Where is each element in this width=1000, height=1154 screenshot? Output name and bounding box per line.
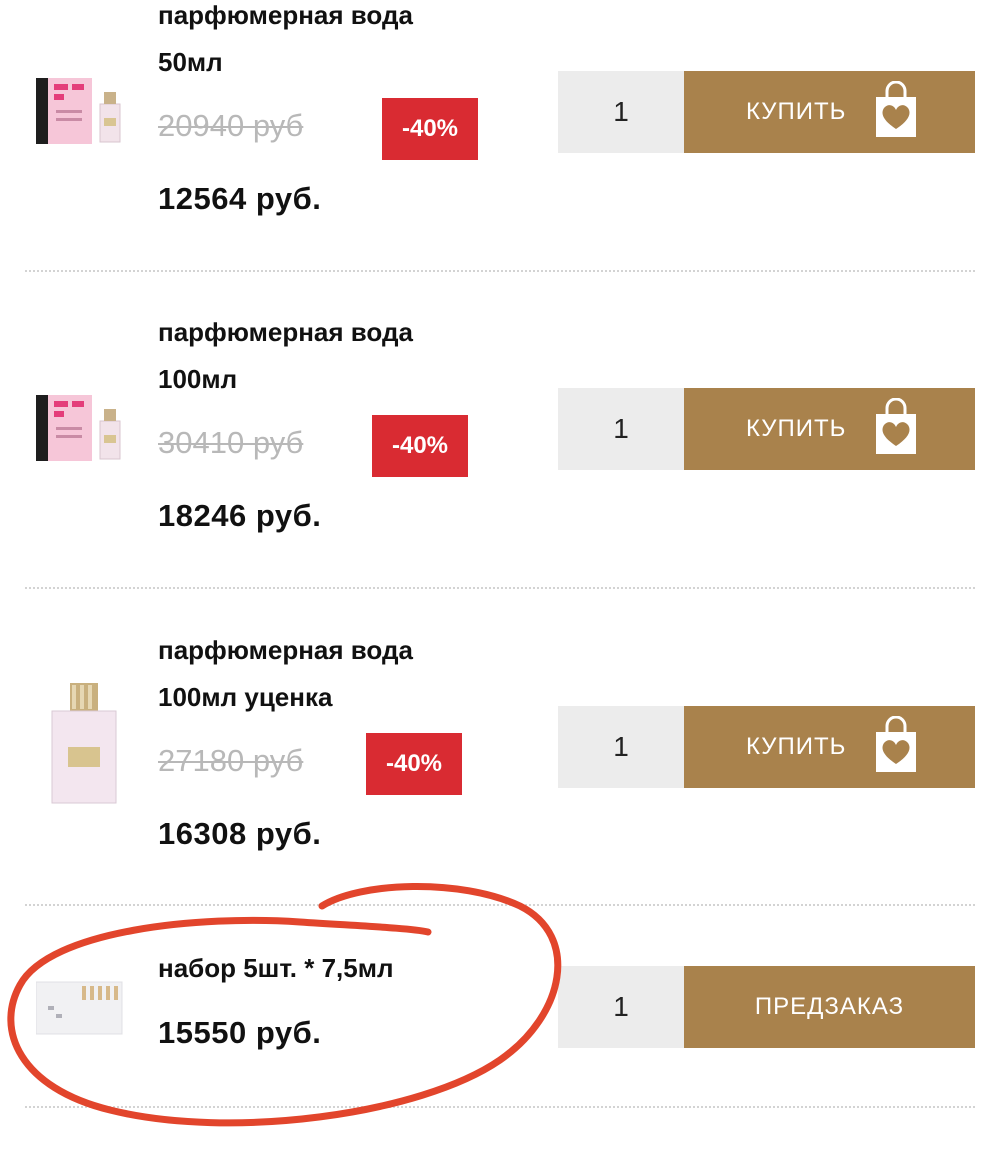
buy-button[interactable]: КУПИТЬ — [684, 388, 975, 470]
product-price: 18246 руб. — [158, 498, 322, 533]
quantity-input[interactable]: 1 — [558, 966, 684, 1048]
product-title[interactable]: парфюмерная вода 100мл — [158, 309, 413, 403]
product-title[interactable]: набор 5шт. * 7,5мл — [158, 945, 393, 992]
shopping-bag-heart-icon — [876, 81, 916, 137]
row-separator — [25, 270, 975, 272]
product-title-line: парфюмерная вода — [158, 317, 413, 347]
old-price: 20940 руб — [158, 108, 304, 143]
product-title-line: 50мл — [158, 47, 223, 77]
shopping-bag-heart-icon — [876, 716, 916, 772]
quantity-input[interactable]: 1 — [558, 706, 684, 788]
product-price: 12564 руб. — [158, 181, 322, 216]
buy-button-label: КУПИТЬ — [746, 98, 847, 125]
product-thumbnail[interactable] — [36, 387, 126, 467]
discount-badge: -40% — [366, 733, 462, 795]
product-title-line: парфюмерная вода — [158, 635, 413, 665]
product-thumbnail[interactable] — [36, 681, 126, 809]
buy-button[interactable]: КУПИТЬ — [684, 706, 975, 788]
product-thumbnail[interactable] — [36, 70, 126, 150]
product-price: 15550 руб. — [158, 1015, 322, 1050]
product-thumbnail[interactable] — [36, 976, 126, 1038]
product-title-line: 100мл — [158, 364, 238, 394]
quantity-input[interactable]: 1 — [558, 71, 684, 153]
product-title[interactable]: парфюмерная вода 100мл уценка — [158, 627, 413, 721]
buy-button-label: КУПИТЬ — [746, 415, 847, 442]
product-title-line: парфюмерная вода — [158, 0, 413, 30]
old-price: 27180 руб — [158, 743, 304, 778]
quantity-input[interactable]: 1 — [558, 388, 684, 470]
buy-button-label: КУПИТЬ — [746, 733, 847, 760]
shopping-bag-heart-icon — [876, 398, 916, 454]
product-title-line: 100мл уценка — [158, 682, 333, 712]
preorder-button[interactable]: ПРЕДЗАКАЗ — [684, 966, 975, 1048]
row-separator — [25, 587, 975, 589]
product-price: 16308 руб. — [158, 816, 322, 851]
row-separator — [25, 904, 975, 906]
old-price: 30410 руб — [158, 425, 304, 460]
row-separator — [25, 1106, 975, 1108]
preorder-button-label: ПРЕДЗАКАЗ — [754, 993, 905, 1020]
discount-badge: -40% — [382, 98, 478, 160]
product-title[interactable]: парфюмерная вода 50мл — [158, 0, 413, 86]
product-title-line: набор 5шт. * 7,5мл — [158, 953, 394, 983]
discount-badge: -40% — [372, 415, 468, 477]
buy-button[interactable]: КУПИТЬ — [684, 71, 975, 153]
